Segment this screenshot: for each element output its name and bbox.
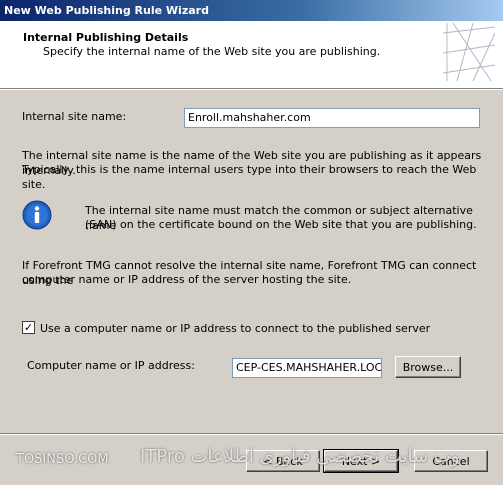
header-divider bbox=[0, 89, 503, 90]
footer-separator bbox=[0, 433, 503, 435]
use-ip-checkbox[interactable]: ✓ bbox=[22, 321, 35, 334]
fallback-line-2: computer name or IP address of the serve… bbox=[22, 273, 352, 286]
window-titlebar: New Web Publishing Rule Wizard bbox=[0, 0, 503, 21]
header-subtitle: Specify the internal name of the Web sit… bbox=[43, 45, 381, 58]
description-line-2: Typically, this is the name internal use… bbox=[22, 163, 477, 191]
use-ip-label[interactable]: Use a computer name or IP address to con… bbox=[40, 321, 430, 336]
watermark-left: TOSINSO.COM bbox=[16, 452, 109, 467]
info-line-2: (SAN) on the certificate bound on the We… bbox=[85, 218, 477, 231]
window-title: New Web Publishing Rule Wizard bbox=[4, 4, 209, 17]
browse-button[interactable]: Browse... bbox=[395, 356, 461, 378]
internal-site-input[interactable]: Enroll.mahshaher.com bbox=[184, 108, 480, 128]
watermark-right: وب سایت تخصصی فناوری اطلاعات ITPro bbox=[140, 446, 460, 467]
info-icon bbox=[22, 200, 52, 230]
wizard-graphic-icon bbox=[443, 23, 495, 81]
header-title: Internal Publishing Details bbox=[23, 31, 189, 44]
wizard-header: Internal Publishing Details Specify the … bbox=[0, 21, 503, 89]
computer-name-label: Computer name or IP address: bbox=[27, 359, 195, 372]
internal-site-label: Internal site name: bbox=[22, 110, 127, 123]
computer-name-input[interactable]: CEP-CES.MAHSHAHER.LOCAL bbox=[232, 358, 382, 378]
